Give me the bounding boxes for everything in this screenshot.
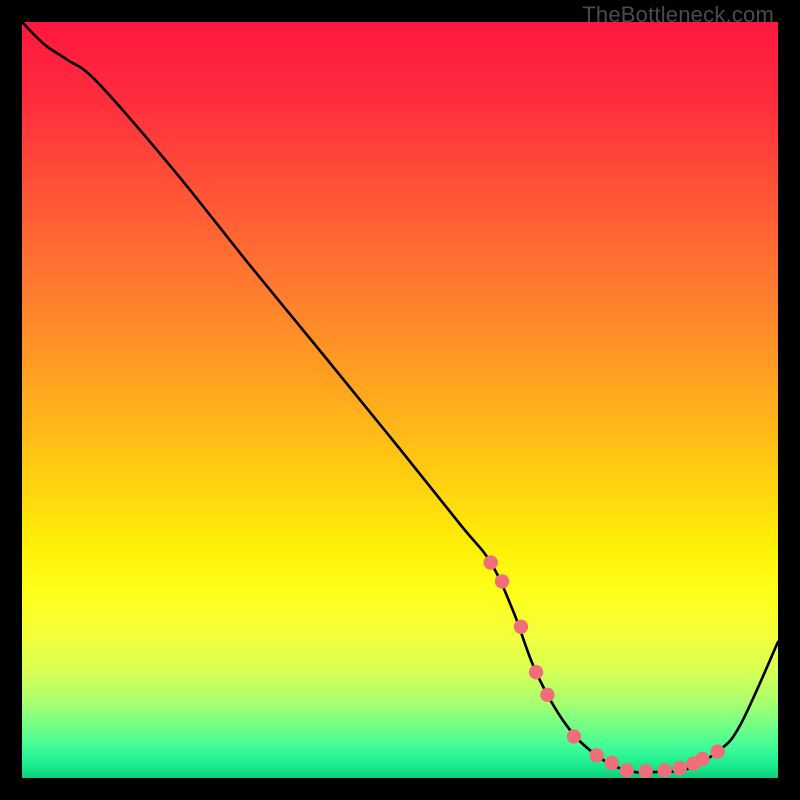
marker-dot (620, 763, 634, 777)
plot-area (22, 22, 778, 778)
marker-dot (567, 729, 581, 743)
marker-dot (695, 752, 709, 766)
curve-layer (22, 22, 778, 778)
watermark-text: TheBottleneck.com (582, 2, 774, 28)
chart-stage: TheBottleneck.com (0, 0, 800, 800)
marker-dot (495, 574, 509, 588)
curve-markers (484, 555, 725, 778)
marker-dot (639, 764, 653, 778)
marker-dot (673, 761, 687, 775)
marker-dot (589, 748, 603, 762)
marker-dot (484, 555, 498, 569)
marker-dot (604, 756, 618, 770)
marker-dot (529, 665, 543, 679)
marker-dot (514, 620, 528, 634)
bottleneck-curve (22, 22, 778, 772)
marker-dot (540, 688, 554, 702)
marker-dot (710, 744, 724, 758)
marker-dot (657, 763, 671, 777)
